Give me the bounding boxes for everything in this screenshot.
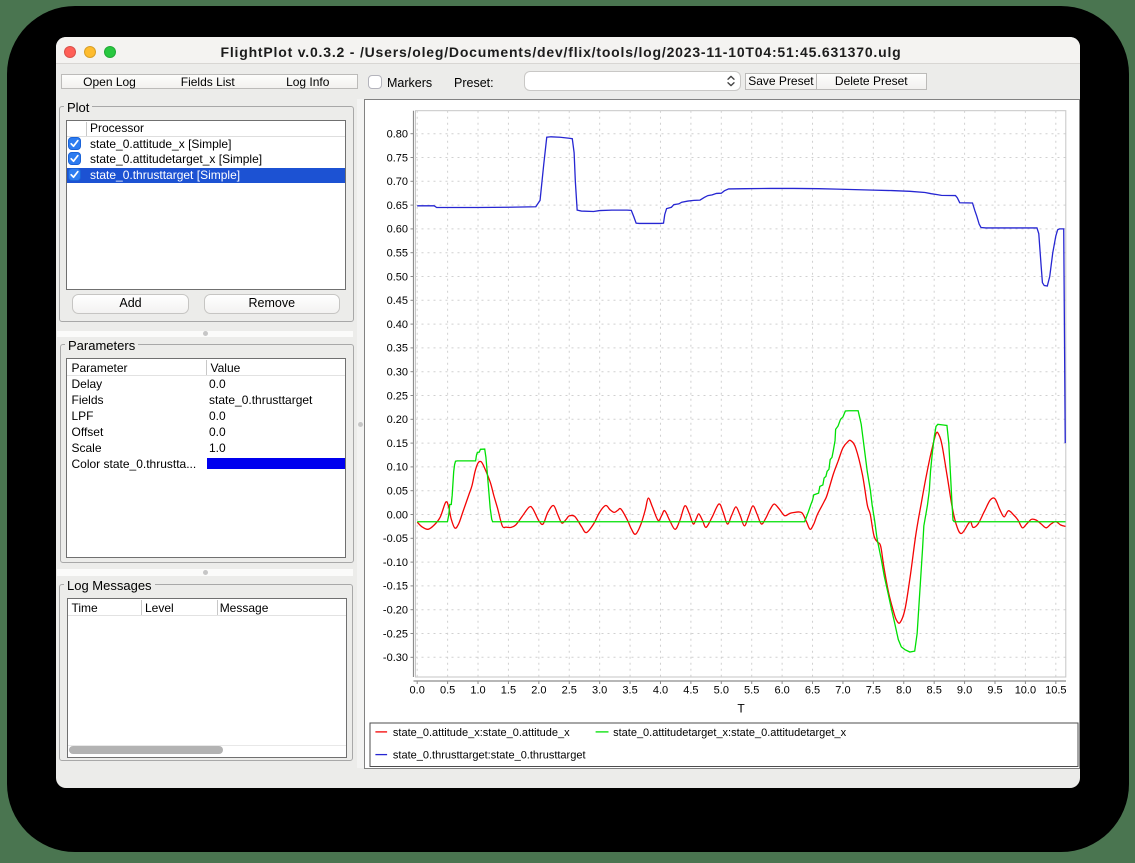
svg-text:-0.10: -0.10 — [383, 556, 408, 568]
svg-text:-0.20: -0.20 — [383, 604, 408, 616]
svg-text:2.5: 2.5 — [562, 684, 577, 696]
svg-text:7.5: 7.5 — [866, 684, 881, 696]
svg-text:-0.25: -0.25 — [383, 628, 408, 640]
svg-text:0.25: 0.25 — [387, 390, 408, 402]
svg-text:0.80: 0.80 — [387, 128, 408, 140]
svg-text:0.20: 0.20 — [387, 414, 408, 426]
svg-text:0.35: 0.35 — [387, 342, 408, 354]
svg-text:7.0: 7.0 — [835, 684, 850, 696]
svg-text:0.0: 0.0 — [410, 684, 425, 696]
svg-text:1.0: 1.0 — [470, 684, 485, 696]
svg-text:6.5: 6.5 — [805, 684, 820, 696]
svg-text:state_0.attitude_x:state_0.att: state_0.attitude_x:state_0.attitude_x — [393, 726, 570, 738]
svg-text:-0.05: -0.05 — [383, 533, 408, 545]
svg-text:4.5: 4.5 — [683, 684, 698, 696]
svg-text:0.15: 0.15 — [387, 437, 408, 449]
svg-text:0.40: 0.40 — [387, 318, 408, 330]
svg-text:state_0.attitudetarget_x:state: state_0.attitudetarget_x:state_0.attitud… — [613, 726, 846, 738]
svg-text:-0.15: -0.15 — [383, 580, 408, 592]
svg-text:0.05: 0.05 — [387, 485, 408, 497]
svg-text:9.0: 9.0 — [957, 684, 972, 696]
svg-text:0.45: 0.45 — [387, 295, 408, 307]
svg-text:9.5: 9.5 — [987, 684, 1002, 696]
svg-text:10.0: 10.0 — [1015, 684, 1036, 696]
svg-text:-0.30: -0.30 — [383, 652, 408, 664]
svg-text:T: T — [737, 701, 745, 715]
svg-text:8.0: 8.0 — [896, 684, 911, 696]
svg-text:state_0.thrusttarget:state_0.t: state_0.thrusttarget:state_0.thrusttarge… — [393, 749, 586, 761]
svg-text:6.0: 6.0 — [774, 684, 789, 696]
svg-text:4.0: 4.0 — [653, 684, 668, 696]
svg-text:3.5: 3.5 — [622, 684, 637, 696]
svg-text:3.0: 3.0 — [592, 684, 607, 696]
svg-text:2.0: 2.0 — [531, 684, 546, 696]
svg-text:0.5: 0.5 — [440, 684, 455, 696]
svg-text:0.75: 0.75 — [387, 152, 408, 164]
svg-text:0.65: 0.65 — [387, 199, 408, 211]
svg-text:5.0: 5.0 — [714, 684, 729, 696]
svg-text:0.60: 0.60 — [387, 223, 408, 235]
svg-text:5.5: 5.5 — [744, 684, 759, 696]
svg-text:0.10: 0.10 — [387, 461, 408, 473]
svg-text:0.50: 0.50 — [387, 271, 408, 283]
svg-text:0.55: 0.55 — [387, 247, 408, 259]
svg-text:10.5: 10.5 — [1045, 684, 1066, 696]
svg-text:0.30: 0.30 — [387, 366, 408, 378]
svg-text:8.5: 8.5 — [927, 684, 942, 696]
svg-text:0.70: 0.70 — [387, 176, 408, 188]
svg-text:0.00: 0.00 — [387, 509, 408, 521]
svg-text:1.5: 1.5 — [501, 684, 516, 696]
